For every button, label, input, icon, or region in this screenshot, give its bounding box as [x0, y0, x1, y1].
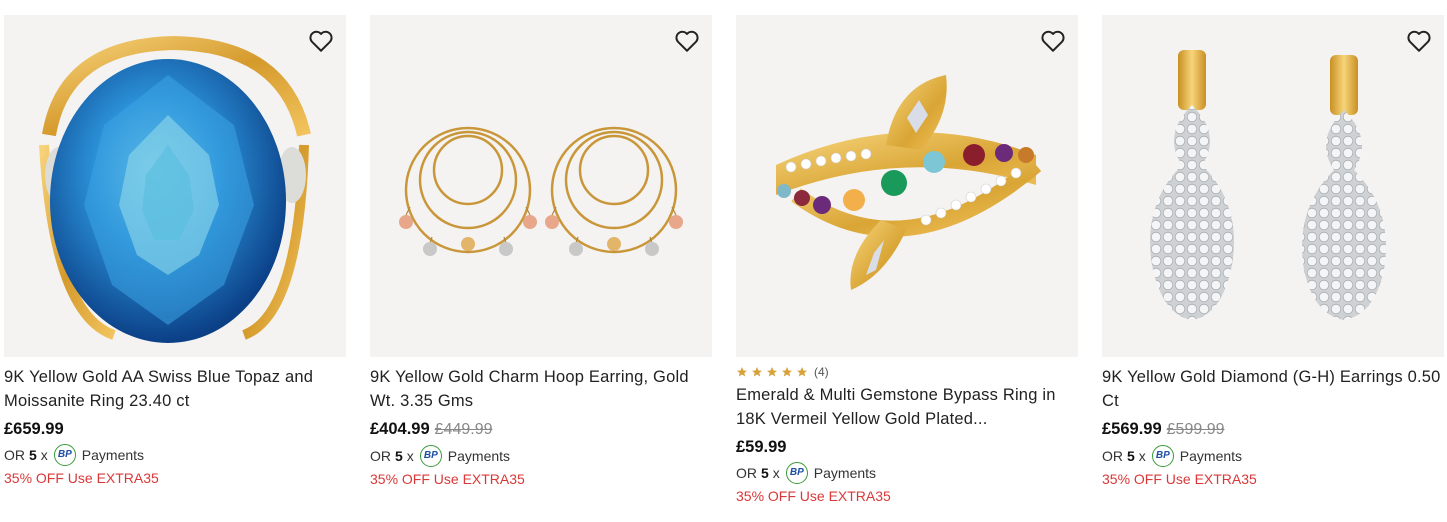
- star-icon: [737, 367, 747, 377]
- pay-or-label: OR: [736, 465, 757, 481]
- promo-offer: 35% OFF Use EXTRA35: [4, 470, 159, 486]
- pay-x-label: x: [406, 448, 414, 464]
- product-card[interactable]: 9K Yellow Gold AA Swiss Blue Topaz and M…: [4, 0, 346, 488]
- pay-or-label: OR: [4, 447, 25, 463]
- pay-label: Payments: [1179, 448, 1243, 464]
- promo-offer: 35% OFF Use EXTRA35: [1102, 471, 1257, 487]
- pay-label: Payments: [81, 447, 145, 463]
- heart-icon[interactable]: [674, 29, 700, 53]
- price-row: £59.99: [736, 436, 1078, 458]
- pay-label: Payments: [813, 465, 877, 481]
- pay-count: 5: [29, 447, 37, 463]
- pay-x-label: x: [1138, 448, 1146, 464]
- product-title[interactable]: 9K Yellow Gold Diamond (G-H) Earrings 0.…: [1102, 365, 1444, 413]
- heart-icon[interactable]: [308, 29, 334, 53]
- product-price: £404.99: [370, 420, 430, 438]
- product-title[interactable]: Emerald & Multi Gemstone Bypass Ring in …: [736, 383, 1078, 431]
- blue-topaz-ring-image: [39, 35, 311, 343]
- star-icon: [752, 367, 762, 377]
- promo-offer: 35% OFF Use EXTRA35: [736, 488, 891, 504]
- price-row: £659.99: [4, 418, 346, 440]
- heart-icon[interactable]: [1406, 29, 1432, 53]
- star-icon: [767, 367, 777, 377]
- product-image[interactable]: [1102, 15, 1444, 357]
- pay-or-label: OR: [1102, 448, 1123, 464]
- promo-offer: 35% OFF Use EXTRA35: [370, 471, 525, 487]
- pay-x-label: x: [40, 447, 48, 463]
- pay-count: 5: [395, 448, 403, 464]
- pay-or-label: OR: [370, 448, 391, 464]
- product-image[interactable]: [736, 15, 1078, 357]
- hoop-earrings-image: [399, 126, 683, 256]
- budget-pay-logo-icon: BP: [419, 445, 442, 467]
- product-card[interactable]: 9K Yellow Gold Diamond (G-H) Earrings 0.…: [1102, 0, 1444, 489]
- product-price: £659.99: [4, 420, 64, 438]
- heart-icon[interactable]: [1040, 29, 1066, 53]
- pay-count: 5: [761, 465, 769, 481]
- product-card[interactable]: (4) Emerald & Multi Gemstone Bypass Ring…: [736, 0, 1078, 506]
- star-icon: [782, 367, 792, 377]
- budget-pay-logo-icon: BP: [53, 444, 76, 466]
- product-image[interactable]: [4, 15, 346, 357]
- budget-pay-logo-icon: BP: [785, 462, 808, 484]
- product-price: £569.99: [1102, 420, 1162, 438]
- star-icon: [797, 367, 807, 377]
- instalment-row: OR 5 x BP Payments: [736, 462, 1078, 484]
- price-row: £404.99 £449.99: [370, 418, 712, 441]
- was-price: £449.99: [434, 421, 493, 438]
- budget-pay-logo-icon: BP: [1151, 445, 1174, 467]
- product-title[interactable]: 9K Yellow Gold Charm Hoop Earring, Gold …: [370, 365, 712, 413]
- pay-x-label: x: [772, 465, 780, 481]
- multi-gem-ring-image: [776, 75, 1042, 290]
- product-price: £59.99: [736, 438, 787, 456]
- pay-count: 5: [1127, 448, 1135, 464]
- instalment-row: OR 5 x BP Payments: [4, 444, 346, 466]
- pay-label: Payments: [447, 448, 511, 464]
- product-image[interactable]: [370, 15, 712, 357]
- instalment-row: OR 5 x BP Payments: [1102, 445, 1444, 467]
- product-title[interactable]: 9K Yellow Gold AA Swiss Blue Topaz and M…: [4, 365, 346, 413]
- star-rating[interactable]: (4): [736, 365, 1078, 379]
- product-card[interactable]: 9K Yellow Gold Charm Hoop Earring, Gold …: [370, 0, 712, 489]
- product-grid: 9K Yellow Gold AA Swiss Blue Topaz and M…: [0, 0, 1447, 522]
- diamond-drop-earrings-image: [1150, 50, 1386, 320]
- instalment-row: OR 5 x BP Payments: [370, 445, 712, 467]
- was-price: £599.99: [1166, 421, 1225, 438]
- price-row: £569.99 £599.99: [1102, 418, 1444, 441]
- rating-count: (4): [814, 365, 829, 379]
